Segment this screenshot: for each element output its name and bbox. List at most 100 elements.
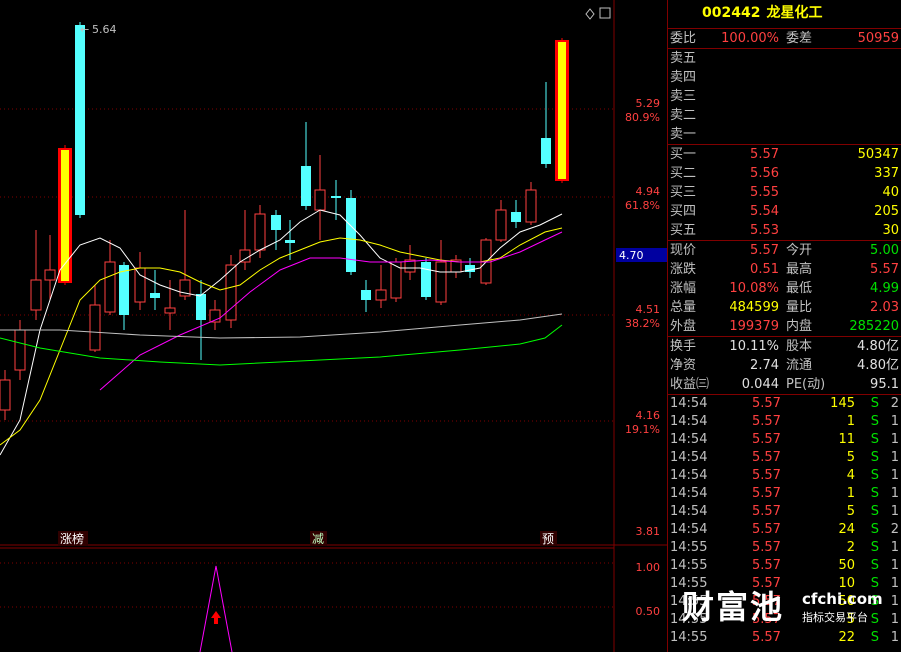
watermark-subtitle: 指标交易平台 bbox=[802, 611, 868, 624]
down-candle bbox=[421, 262, 431, 297]
weibi-value: 100.00% bbox=[721, 31, 779, 46]
buy-level: 买三 5.55 40 bbox=[668, 183, 901, 202]
tick-time: 14:54 bbox=[670, 504, 708, 519]
down-candle bbox=[331, 196, 341, 198]
max-price-label: 5.64 bbox=[92, 23, 117, 36]
tick-time: 14:54 bbox=[670, 450, 708, 465]
stock-name: 龙星化工 bbox=[766, 5, 823, 21]
tick-time: 14:55 bbox=[670, 540, 708, 555]
tick-price: 5.57 bbox=[752, 414, 781, 429]
stat-row-value: 0.51 bbox=[750, 262, 779, 277]
sell-level-label: 卖三 bbox=[670, 89, 697, 104]
signal-label: 涨榜 bbox=[60, 531, 84, 546]
buy-level-value: 5.54 bbox=[750, 204, 779, 219]
stat-row-label: 现价 bbox=[670, 243, 697, 258]
sell-level-label: 卖五 bbox=[670, 51, 697, 66]
tick-side: S bbox=[870, 432, 879, 447]
up-candle bbox=[495, 209, 507, 241]
tick-row: 14:54 5.57 1 S 1 bbox=[668, 413, 901, 431]
sell-level: 卖三 bbox=[668, 87, 901, 106]
tick-side: S bbox=[870, 540, 879, 555]
tick-price: 5.57 bbox=[752, 630, 781, 645]
buy-level-value2: 40 bbox=[882, 185, 899, 200]
sell-level: 卖五 bbox=[668, 49, 901, 68]
buy-level-value2: 30 bbox=[882, 223, 899, 238]
tick-time: 14:54 bbox=[670, 486, 708, 501]
down-candle bbox=[285, 240, 295, 243]
watermark-logo: 财富池 bbox=[682, 588, 785, 626]
down-candle bbox=[511, 212, 521, 222]
signal-label: 预 bbox=[542, 532, 554, 546]
tick-count: 1 bbox=[890, 630, 899, 645]
tick-count: 1 bbox=[890, 486, 899, 501]
stat-row-value: 484599 bbox=[729, 300, 779, 315]
tick-side: S bbox=[870, 468, 879, 483]
tick-row: 14:54 5.57 11 S 1 bbox=[668, 431, 901, 449]
down-candle bbox=[119, 265, 129, 315]
buy-level-value2: 50347 bbox=[857, 147, 899, 162]
tick-count: 1 bbox=[890, 540, 899, 555]
stat-row: 涨幅 10.08% 最低 4.99 bbox=[668, 279, 901, 298]
up-candle bbox=[104, 261, 116, 313]
weicha-value: 50959 bbox=[857, 31, 899, 46]
stat-row-value: 5.57 bbox=[750, 243, 779, 258]
price-tick-label: 4.16 bbox=[636, 409, 661, 422]
tick-time: 14:55 bbox=[670, 630, 708, 645]
stat-row-label2: 最低 bbox=[786, 281, 813, 296]
buy-level: 买一 5.57 50347 bbox=[668, 145, 901, 164]
buy-orders: 买一 5.57 50347 买二 5.56 337 买三 5.55 40 买四 5.54 205 买五 5… bbox=[668, 145, 901, 241]
up-candle bbox=[134, 267, 146, 303]
stock-header: 002442 龙星化工 bbox=[668, 0, 901, 29]
tick-volume: 4 bbox=[846, 468, 855, 483]
indicator-tick-label: 1.00 bbox=[636, 561, 661, 574]
tick-volume: 50 bbox=[838, 558, 855, 573]
stat-row-value2: 2.03 bbox=[870, 300, 899, 315]
up-candle bbox=[314, 189, 326, 211]
fund-row-value2: 4.80亿 bbox=[857, 339, 899, 354]
fund-row-label: 净资 bbox=[670, 358, 697, 373]
stat-row: 总量 484599 量比 2.03 bbox=[668, 298, 901, 317]
sell-level-label: 卖一 bbox=[670, 127, 697, 142]
tick-time: 14:54 bbox=[670, 414, 708, 429]
tick-time: 14:54 bbox=[670, 396, 708, 411]
tick-time: 14:54 bbox=[670, 432, 708, 447]
price-pct-label: 61.8% bbox=[625, 199, 660, 212]
fundamentals: 换手 10.11% 股本 4.80亿 净资 2.74 流通 4.80亿 收益㈢ 0.044 PE(动… bbox=[668, 337, 901, 395]
fund-row: 换手 10.11% 股本 4.80亿 bbox=[668, 337, 901, 356]
tick-time: 14:55 bbox=[670, 558, 708, 573]
up-candle bbox=[164, 307, 176, 314]
weicha-label: 委差 bbox=[786, 31, 813, 46]
stock-code: 002442 bbox=[702, 5, 761, 21]
down-candle bbox=[541, 138, 551, 164]
quote-panel: 002442 龙星化工 委比 100.00% 委差 50959 卖五 卖四 卖三 卖二卖… bbox=[667, 0, 901, 652]
price-pct-label: 80.9% bbox=[625, 111, 660, 124]
down-candle bbox=[301, 166, 311, 206]
down-candle bbox=[271, 215, 281, 230]
tick-side: S bbox=[870, 522, 879, 537]
weibi-label: 委比 bbox=[670, 31, 697, 46]
price-tick-label: 5.29 bbox=[636, 97, 661, 110]
buy-level: 买四 5.54 205 bbox=[668, 202, 901, 221]
quote-stats: 现价 5.57 今开 5.00 涨跌 0.51 最高 5.57 涨幅 10.08% 最低 4.99 总量… bbox=[668, 241, 901, 337]
tick-row: 14:54 5.57 5 S 1 bbox=[668, 503, 901, 521]
tick-time: 14:54 bbox=[670, 522, 708, 537]
sell-level: 卖一 bbox=[668, 125, 901, 144]
up-candle bbox=[435, 261, 447, 303]
tick-side: S bbox=[870, 450, 879, 465]
tick-volume: 11 bbox=[838, 432, 855, 447]
up-candle bbox=[239, 249, 251, 263]
tick-volume: 24 bbox=[838, 522, 855, 537]
indicator-tick-label: 0.50 bbox=[636, 605, 661, 618]
stat-row: 现价 5.57 今开 5.00 bbox=[668, 241, 901, 260]
fund-row-label: 换手 bbox=[670, 339, 697, 354]
sell-orders: 卖五 卖四 卖三 卖二 卖一 bbox=[668, 49, 901, 145]
tick-price: 5.57 bbox=[752, 558, 781, 573]
watermark-site: cfchi.com bbox=[802, 590, 883, 608]
price-tick-label: 4.94 bbox=[636, 185, 661, 198]
buy-level-label: 买三 bbox=[670, 185, 697, 200]
stat-row-label: 外盘 bbox=[670, 319, 697, 334]
tick-row: 14:54 5.57 145 S 2 bbox=[668, 395, 901, 413]
kline-chart[interactable]: 5.2980.9% 4.9461.8% 4.5138.2% 4.1619.1% 3.81… bbox=[0, 0, 667, 652]
tick-price: 5.57 bbox=[752, 468, 781, 483]
down-candle bbox=[75, 25, 85, 215]
